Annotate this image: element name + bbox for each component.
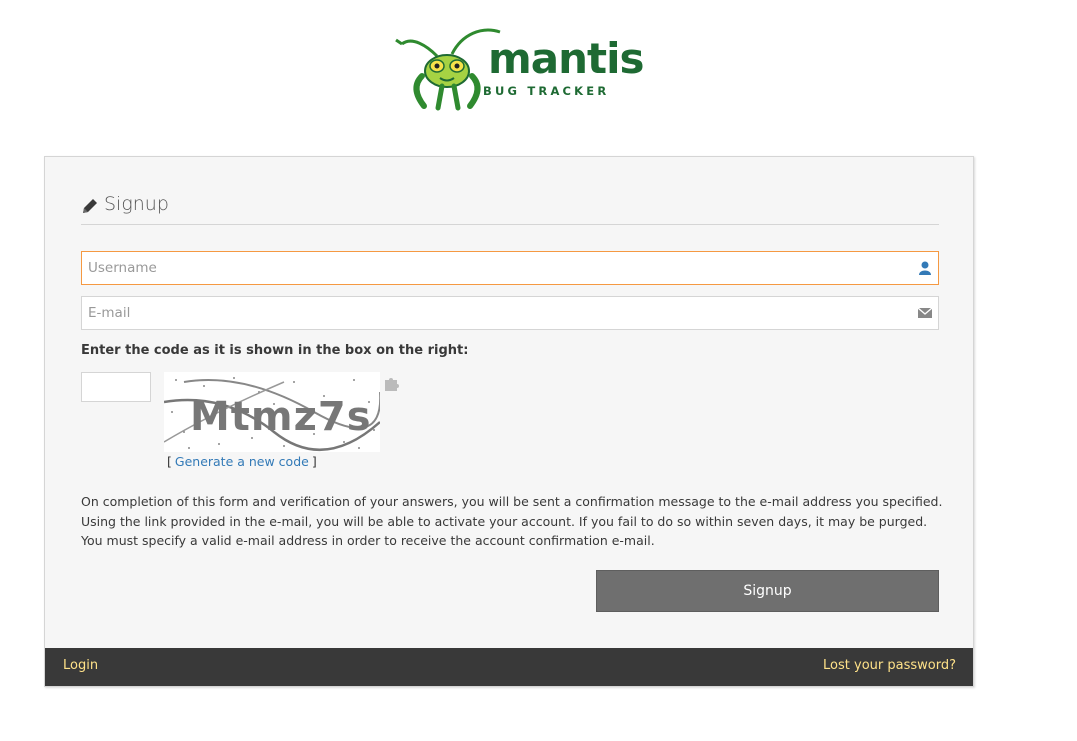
captcha-image: Mtmz7s — [164, 372, 380, 452]
puzzle-icon[interactable] — [383, 374, 401, 392]
page-title: Signup — [104, 193, 169, 215]
regen-bracket-close: ] — [311, 454, 317, 469]
email-field[interactable] — [81, 296, 939, 330]
logo-subtitle: BUG TRACKER — [483, 84, 610, 98]
info-line: You must specify a valid e-mail address … — [81, 533, 655, 548]
captcha-text: Mtmz7s — [190, 394, 372, 440]
envelope-icon — [917, 307, 933, 318]
login-link[interactable]: Login — [63, 658, 98, 673]
username-field[interactable] — [81, 251, 939, 285]
generate-code-row: [Generate a new code] — [167, 454, 317, 469]
generate-new-code-link[interactable]: Generate a new code — [175, 454, 309, 469]
captcha-label: Enter the code as it is shown in the box… — [81, 343, 469, 358]
signup-panel: Signup Enter the code as it is shown in … — [44, 156, 974, 687]
email-input[interactable] — [88, 297, 908, 329]
pencil-icon — [83, 199, 97, 213]
logo-wordmark: mantis — [488, 34, 644, 83]
signup-info-text: On completion of this form and verificat… — [81, 492, 943, 551]
mantis-logo: mantis BUG TRACKER — [392, 26, 644, 112]
user-icon — [919, 261, 931, 275]
regen-bracket-open: [ — [167, 454, 172, 469]
signup-button[interactable]: Signup — [596, 570, 939, 612]
mantis-mascot-icon — [395, 28, 501, 111]
captcha-input[interactable] — [81, 372, 151, 402]
lost-password-link[interactable]: Lost your password? — [823, 658, 956, 673]
form-title-row: Signup — [81, 193, 939, 225]
info-line: On completion of this form and verificat… — [81, 494, 943, 509]
info-line: Using the link provided in the e-mail, y… — [81, 513, 928, 529]
username-input[interactable] — [88, 252, 908, 284]
panel-footer: Login Lost your password? — [45, 648, 973, 686]
